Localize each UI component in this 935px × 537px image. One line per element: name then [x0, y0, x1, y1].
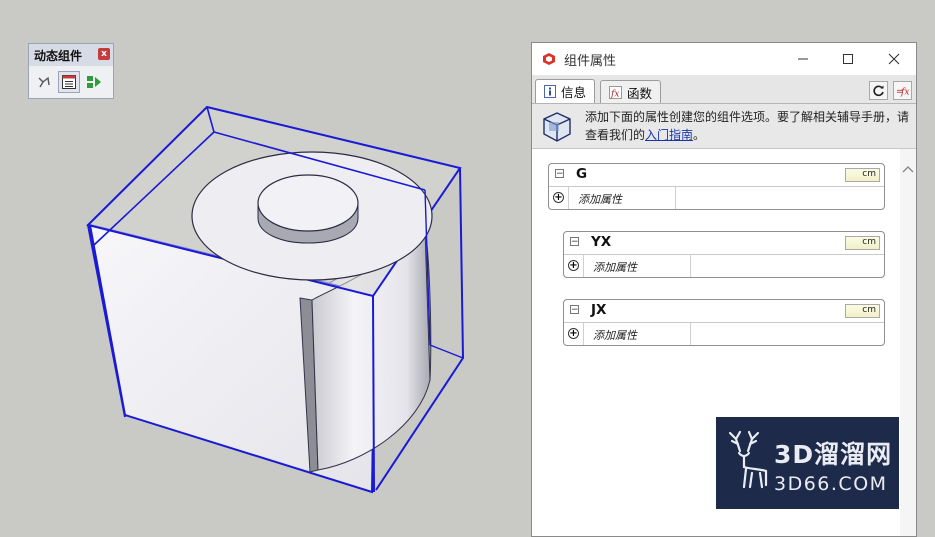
scroll-up-icon[interactable]: [900, 163, 916, 177]
collapse-toggle[interactable]: −: [555, 169, 564, 179]
add-attribute-row[interactable]: + 添加属性: [564, 255, 884, 277]
dynamic-components-toolbar[interactable]: 动态组件 x: [28, 43, 114, 99]
minimize-button[interactable]: [791, 49, 815, 69]
collapse-toggle[interactable]: −: [570, 237, 579, 247]
info-text: 添加下面的属性创建您的组件选项。要了解相关辅导手册，请查看我们的入门指南。: [585, 110, 910, 142]
component-name: JX: [591, 302, 607, 318]
svg-text:fx: fx: [900, 88, 909, 98]
component-block-yx: − YX cm + 添加属性: [563, 231, 885, 278]
toolbar-title-bar[interactable]: 动态组件 x: [29, 44, 113, 66]
tab-info[interactable]: 信息: [535, 79, 596, 103]
minimize-icon: [798, 58, 808, 60]
tab-strip: 信息 fx 函数 = fx: [532, 75, 916, 104]
close-icon: [888, 53, 900, 65]
formula-view-icon: = fx: [896, 87, 909, 98]
interact-icon: [38, 76, 50, 88]
component-options-icon: [62, 75, 76, 89]
add-attribute-icon[interactable]: +: [568, 328, 579, 339]
tab-functions-label: 函数: [627, 85, 653, 101]
units-selector[interactable]: cm: [845, 236, 880, 250]
watermark-logo: 3D溜溜网 3D66.COM: [716, 417, 899, 509]
component-name: G: [576, 166, 588, 182]
watermark-text: 3D溜溜网 3D66.COM: [774, 440, 893, 495]
component-name: YX: [591, 234, 612, 250]
toolbar-title: 动态组件: [34, 48, 83, 63]
collapse-toggle[interactable]: −: [570, 305, 579, 315]
component-block-jx: − JX cm + 添加属性: [563, 299, 885, 346]
add-attribute-label[interactable]: 添加属性: [578, 191, 622, 207]
component-attributes-button[interactable]: [83, 71, 105, 93]
maximize-icon: [843, 54, 853, 64]
maximize-button[interactable]: [836, 49, 860, 69]
cube-model[interactable]: [86, 105, 465, 494]
svg-text:fx: fx: [610, 89, 619, 99]
interact-tool-button[interactable]: [33, 71, 55, 93]
toggle-formula-view-button[interactable]: = fx: [893, 81, 912, 100]
units-selector[interactable]: cm: [845, 168, 880, 182]
toolbar-close-button[interactable]: x: [98, 48, 110, 60]
add-attribute-label[interactable]: 添加属性: [593, 327, 637, 343]
refresh-button[interactable]: [869, 81, 888, 100]
close-button[interactable]: [882, 49, 906, 69]
add-attribute-row[interactable]: + 添加属性: [549, 187, 884, 209]
add-attribute-icon[interactable]: +: [553, 192, 564, 203]
add-attribute-label[interactable]: 添加属性: [593, 259, 637, 275]
sketchup-logo-icon: [543, 53, 555, 65]
tab-info-label: 信息: [561, 85, 587, 100]
component-block-g: − G cm + 添加属性: [548, 163, 885, 210]
info-icon: [544, 85, 556, 98]
window-title: 组件属性: [564, 53, 617, 69]
refresh-icon: [873, 85, 884, 97]
component-options-button[interactable]: [58, 71, 80, 93]
getting-started-link[interactable]: 入门指南: [645, 128, 693, 142]
add-attribute-row[interactable]: + 添加属性: [564, 323, 884, 345]
component-cube-icon: [543, 112, 571, 142]
add-attribute-icon[interactable]: +: [568, 260, 579, 271]
function-icon: fx: [609, 85, 622, 99]
vertical-scrollbar[interactable]: [900, 149, 916, 536]
info-banner: 添加下面的属性创建您的组件选项。要了解相关辅导手册，请查看我们的入门指南。: [532, 104, 916, 149]
units-selector[interactable]: cm: [845, 304, 880, 318]
tab-functions[interactable]: fx 函数: [600, 80, 662, 103]
component-attributes-icon: [87, 76, 101, 88]
window-titlebar[interactable]: 组件属性: [532, 43, 916, 75]
deer-logo-icon: [728, 430, 768, 489]
